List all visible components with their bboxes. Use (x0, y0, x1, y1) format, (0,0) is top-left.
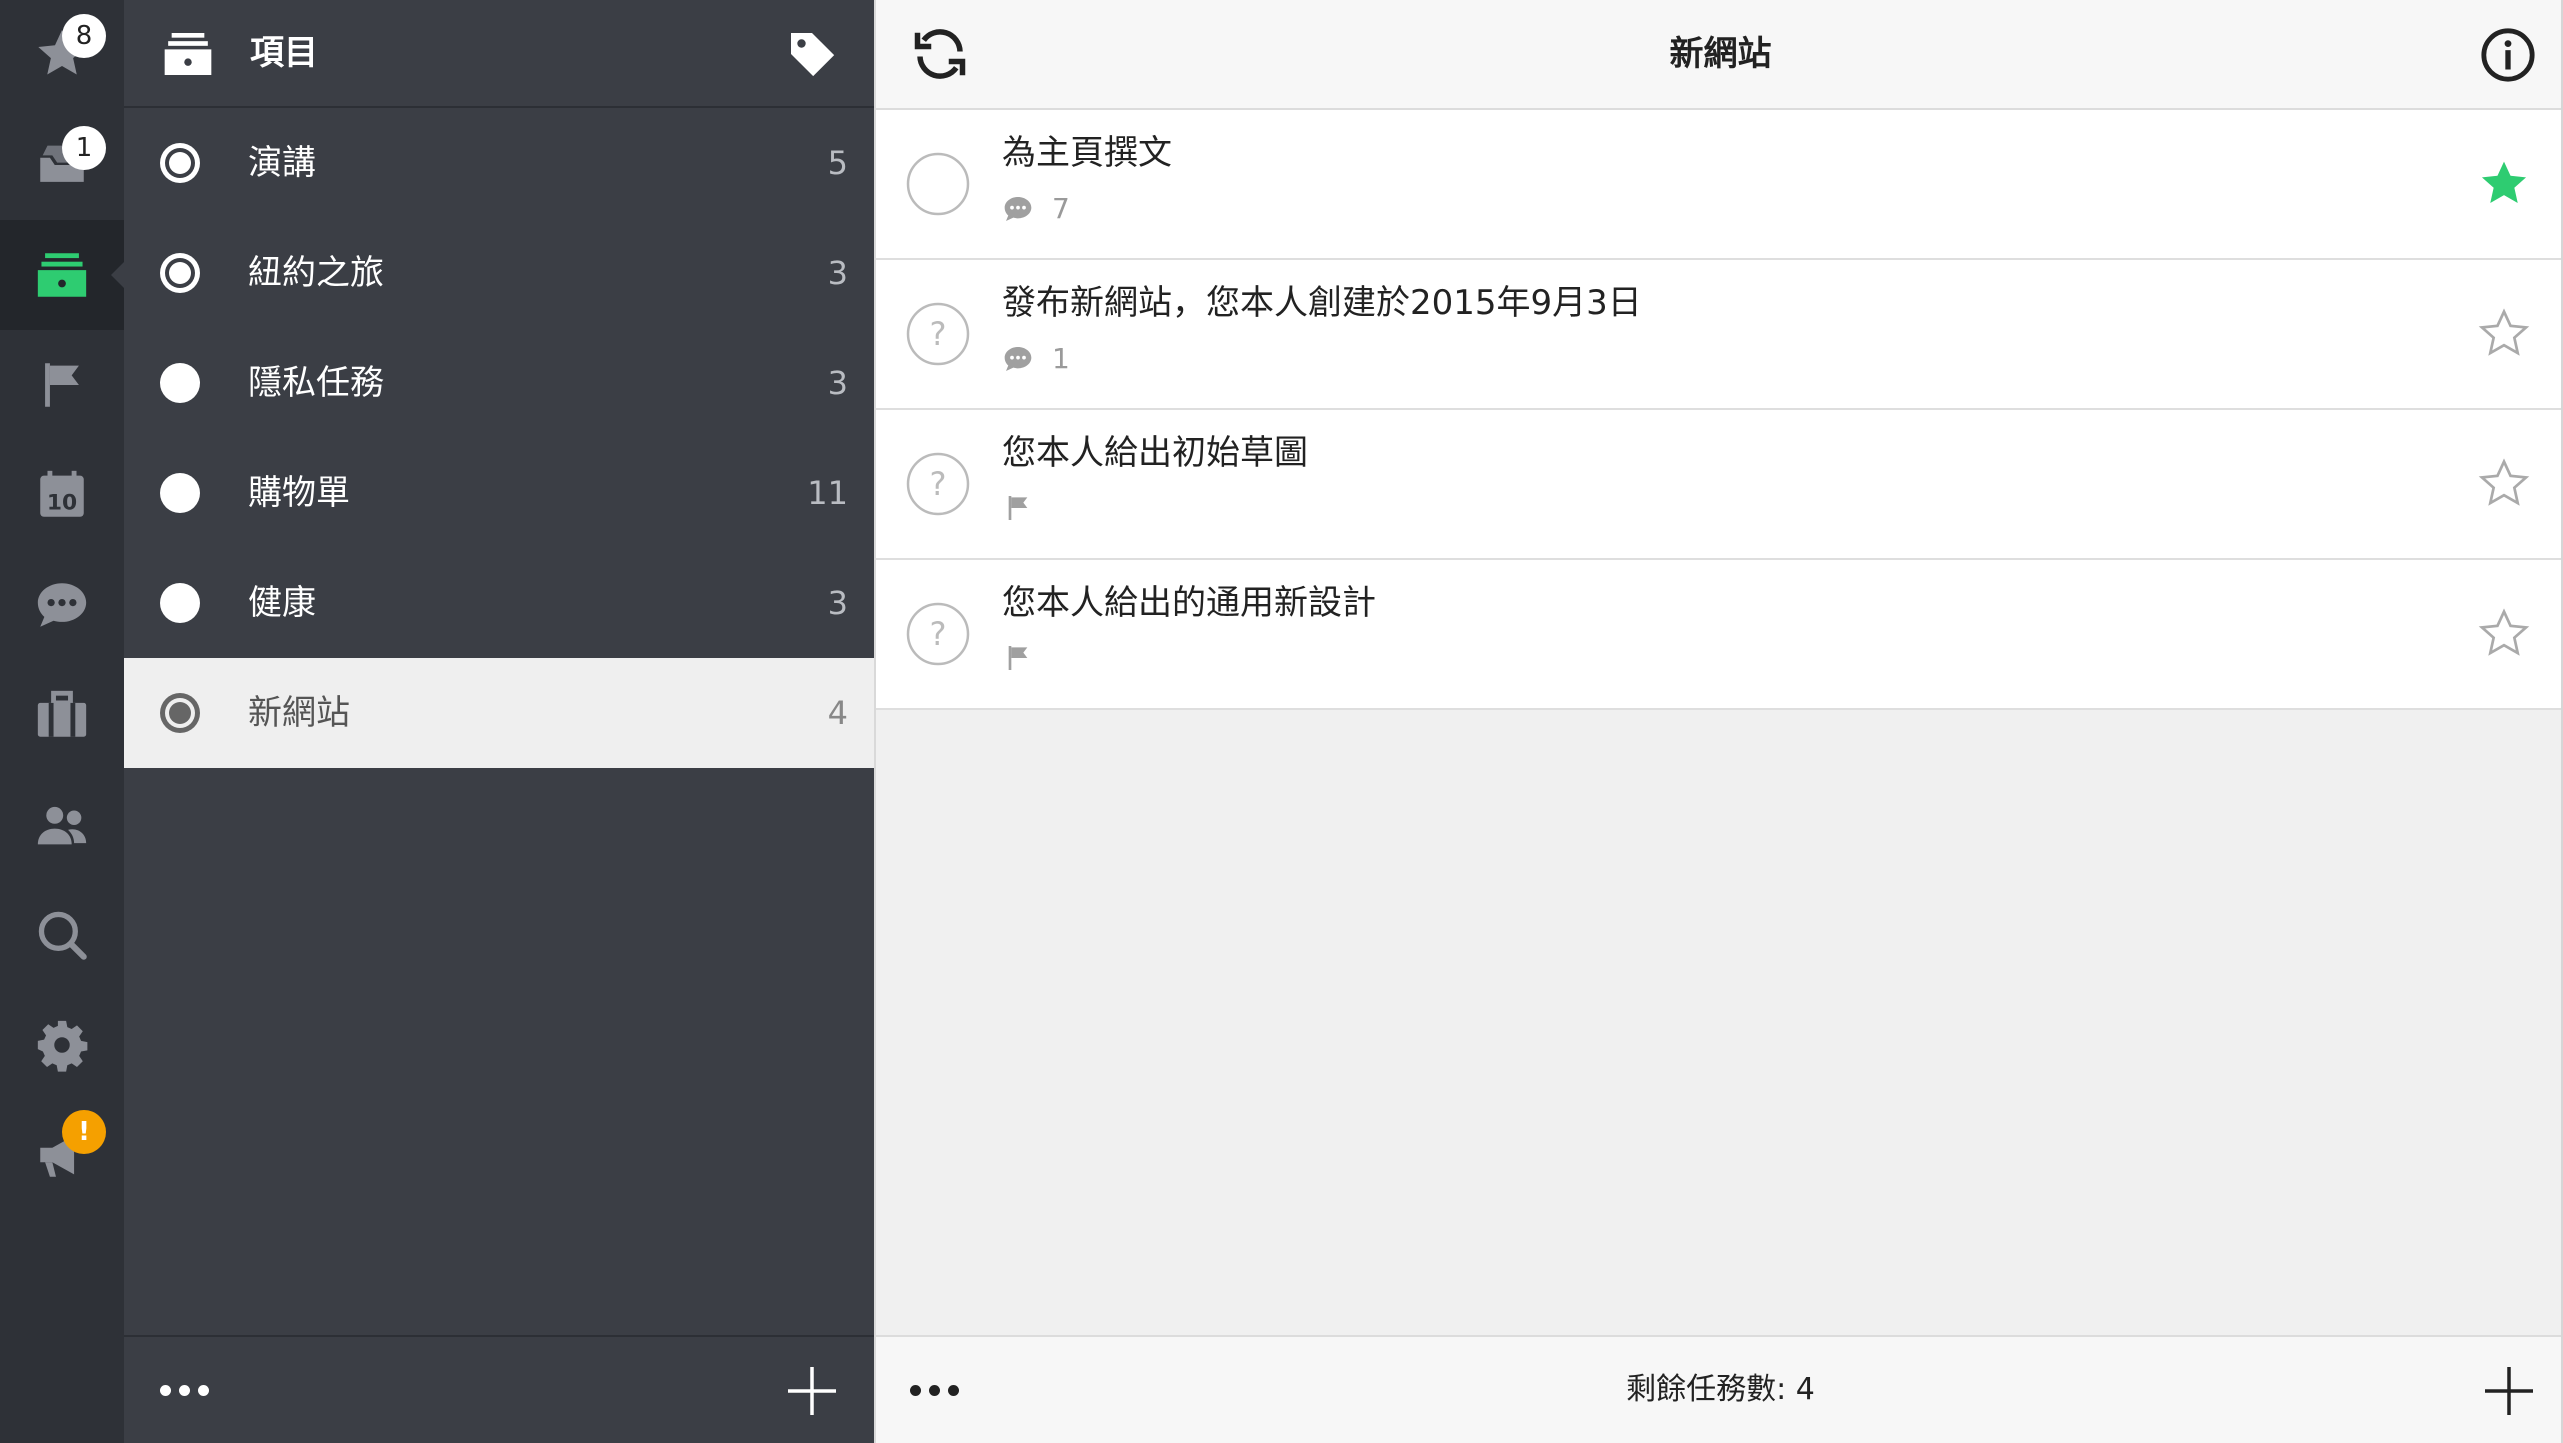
people-icon (37, 806, 87, 845)
nav-projects[interactable] (0, 220, 124, 330)
nav-flagged[interactable] (0, 330, 124, 440)
task-meta: 7 (1002, 192, 1070, 225)
project-name: 新網站 (248, 693, 350, 733)
projects-header: 項目 (124, 0, 874, 108)
task-title: 發布新網站，您本人創建於2015年9月3日 (1002, 283, 1642, 323)
task-unknown-status-icon[interactable]: ? (904, 300, 972, 368)
info-icon[interactable] (2479, 26, 2537, 84)
svg-text:?: ? (930, 615, 947, 653)
task-row[interactable]: 為主頁撰文 7 (876, 110, 2563, 260)
projects-footer (124, 1335, 874, 1443)
project-count: 3 (827, 584, 848, 622)
project-name: 隱私任務 (248, 363, 384, 403)
task-row[interactable]: ? 發布新網站，您本人創建於2015年9月3日 1 (876, 260, 2563, 410)
calendar-icon: 10 (40, 470, 84, 517)
nav-comments[interactable] (0, 550, 124, 660)
starred-count-badge: 8 (62, 14, 106, 58)
tasks-header: 新網站 (876, 0, 2563, 110)
announcement-alert-badge: ! (62, 1110, 106, 1154)
task-row[interactable]: ? 您本人給出初始草圖 (876, 410, 2563, 560)
flag-icon (1008, 646, 1028, 670)
briefcase-icon (37, 690, 87, 737)
project-dot-icon (160, 363, 200, 403)
task-unknown-status-icon[interactable]: ? (904, 450, 972, 518)
task-meta (1002, 642, 1034, 674)
gear-icon (37, 1020, 88, 1072)
project-ring-icon (160, 693, 200, 733)
svg-text:?: ? (930, 465, 947, 503)
projects-panel: 項目 演講 5 紐約之旅 3 隱私任務 3 購物單 11 健康 3 新網站 4 (124, 0, 874, 1443)
flag-icon (45, 363, 79, 407)
task-title: 您本人給出初始草圖 (1002, 433, 1308, 473)
nav-contacts[interactable] (0, 770, 124, 880)
comment-icon (1004, 196, 1032, 221)
projects-icon (37, 253, 87, 297)
project-row[interactable]: 紐約之旅 3 (124, 218, 874, 328)
nav-calendar[interactable]: 10 (0, 440, 124, 550)
projects-icon (164, 33, 212, 75)
project-ring-icon (160, 143, 200, 183)
project-title: 新網站 (1669, 34, 1772, 74)
project-name: 購物單 (248, 473, 350, 513)
project-ring-icon (160, 253, 200, 293)
comment-count: 7 (1052, 192, 1070, 225)
project-row-selected[interactable]: 新網站 4 (124, 658, 874, 768)
task-title: 為主頁撰文 (1002, 133, 1172, 173)
project-dot-icon (160, 473, 200, 513)
task-row[interactable]: ? 您本人給出的通用新設計 (876, 560, 2563, 710)
nav-settings[interactable] (0, 990, 124, 1100)
project-row[interactable]: 演講 5 (124, 108, 874, 218)
task-unknown-status-icon[interactable]: ? (904, 600, 972, 668)
project-count: 4 (827, 694, 848, 732)
comment-icon (1004, 346, 1032, 371)
project-row[interactable]: 健康 3 (124, 548, 874, 658)
add-project-icon[interactable] (786, 1365, 838, 1417)
project-name: 紐約之旅 (248, 253, 384, 293)
nav-inbox[interactable]: 1 (0, 110, 124, 220)
project-count: 3 (827, 364, 848, 402)
star-filled-icon[interactable] (2477, 156, 2531, 210)
nav-starred[interactable]: 8 (0, 0, 124, 110)
project-row[interactable]: 購物單 11 (124, 438, 874, 548)
project-count: 5 (827, 144, 848, 182)
svg-text:?: ? (930, 315, 947, 353)
remaining-tasks-label: 剩餘任務數: 4 (1626, 1372, 1815, 1407)
calendar-day-label: 10 (47, 491, 77, 516)
projects-title: 項目 (250, 33, 318, 73)
tasks-footer: 剩餘任務數: 4 (876, 1335, 2563, 1443)
task-title: 您本人給出的通用新設計 (1002, 583, 1376, 623)
add-task-icon[interactable] (2483, 1365, 2535, 1417)
project-dot-icon (160, 583, 200, 623)
navigation-rail: 8 1 10 ! (0, 0, 124, 1443)
project-name: 健康 (248, 583, 316, 623)
project-row[interactable]: 隱私任務 3 (124, 328, 874, 438)
star-outline-icon[interactable] (2477, 456, 2531, 510)
star-outline-icon[interactable] (2477, 306, 2531, 360)
more-options-icon[interactable] (160, 1385, 209, 1396)
tasks-panel: 新網站 為主頁撰文 7 ? 發布新網站，您本人創建於2015年9月3日 1 ? … (874, 0, 2563, 1443)
project-count: 3 (827, 254, 848, 292)
task-checkbox-icon[interactable] (904, 150, 972, 218)
chat-icon (37, 583, 87, 627)
search-icon (38, 911, 87, 960)
project-count: 11 (807, 474, 848, 512)
flag-icon (1008, 496, 1028, 520)
comment-count: 1 (1052, 342, 1070, 375)
nav-business[interactable] (0, 660, 124, 770)
task-meta: 1 (1002, 342, 1070, 375)
project-name: 演講 (248, 143, 316, 183)
task-meta (1002, 492, 1034, 524)
nav-search[interactable] (0, 880, 124, 990)
star-outline-icon[interactable] (2477, 606, 2531, 660)
nav-announcements[interactable]: ! (0, 1100, 124, 1210)
tag-icon[interactable] (784, 26, 840, 82)
inbox-count-badge: 1 (62, 126, 106, 170)
